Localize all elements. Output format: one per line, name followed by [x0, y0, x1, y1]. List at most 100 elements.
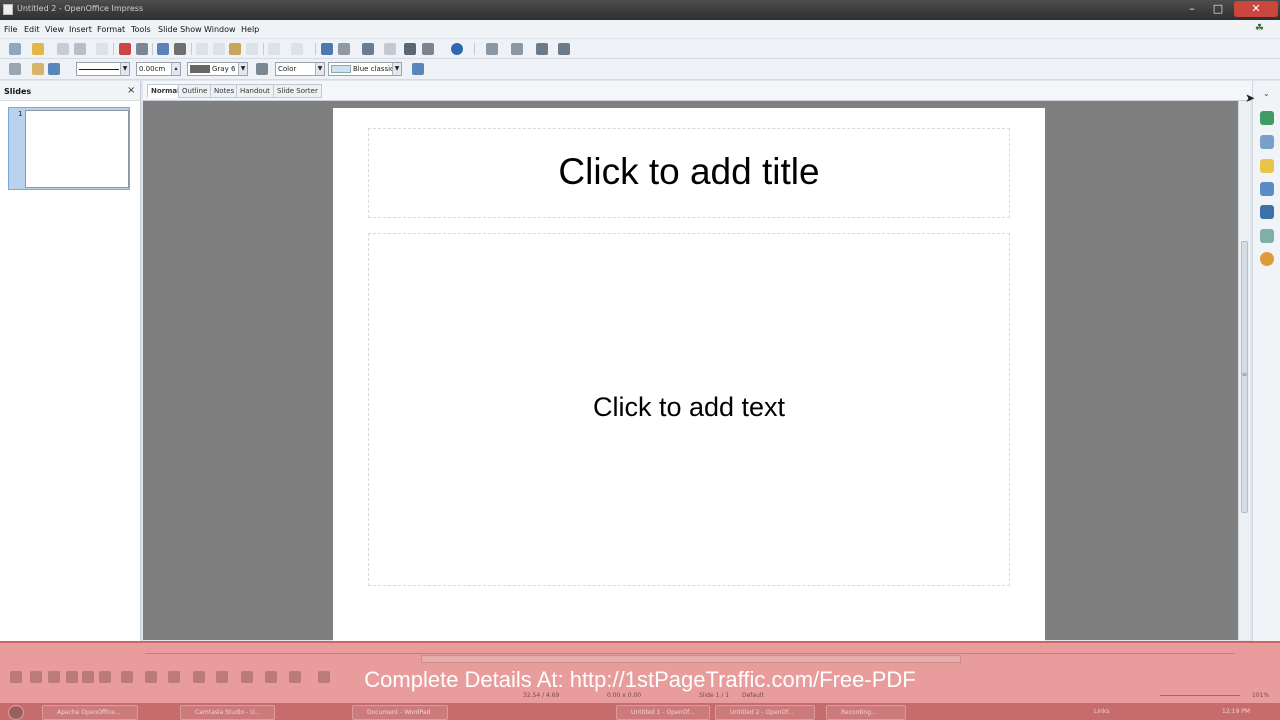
styles-formatting-icon[interactable]	[1260, 159, 1274, 173]
taskbar-item[interactable]: Camtasia Studio - U...	[180, 705, 275, 720]
taskbar-item[interactable]: Document - WordPad	[352, 705, 448, 720]
taskbar-item[interactable]: Recording...	[826, 705, 906, 720]
slide-design-icon[interactable]	[536, 43, 548, 55]
status-zoom[interactable]: 101%	[1252, 692, 1269, 699]
status-size: 0.00 x 0.00	[607, 692, 642, 699]
navigator-compass-icon[interactable]	[1260, 252, 1274, 266]
slide-workspace[interactable]: Click to add title Click to add text	[143, 101, 1238, 642]
window-title: Untitled 2 - OpenOffice Impress	[17, 4, 144, 13]
menu-help[interactable]: Help	[241, 25, 259, 34]
new-slide-icon[interactable]	[511, 43, 523, 55]
gallery-icon[interactable]	[1260, 182, 1274, 196]
slide-show-icon[interactable]	[558, 43, 570, 55]
help-icon[interactable]	[451, 43, 463, 55]
windows-taskbar: Apache OpenOffice... Camtasia Studio - U…	[0, 703, 1280, 720]
master-pages-icon[interactable]	[1260, 135, 1274, 149]
app-icon	[3, 4, 13, 15]
arrow-style-icon[interactable]	[48, 63, 60, 75]
tab-notes[interactable]: Notes	[210, 84, 239, 98]
chevron-down-icon: ▼	[315, 63, 324, 75]
spinner-icon: ▴	[171, 63, 180, 75]
horizontal-scroll-thumb[interactable]	[421, 655, 961, 663]
table-icon[interactable]	[338, 43, 350, 55]
title-placeholder[interactable]: Click to add title	[368, 128, 1010, 218]
styles-icon[interactable]	[9, 63, 21, 75]
horizontal-scrollbar[interactable]	[145, 653, 1235, 663]
tab-outline[interactable]: Outline	[178, 84, 212, 98]
taskbar-clock: 12:19 PM	[1222, 708, 1250, 715]
clone-formatting-icon[interactable]	[246, 43, 258, 55]
custom-animation-icon[interactable]	[1260, 205, 1274, 219]
redo-icon[interactable]	[291, 43, 303, 55]
status-bar: 32.54 / 4.69 0.00 x 0.00 Slide 1 / 1 Def…	[0, 689, 1280, 703]
slide-transition-icon[interactable]	[1260, 229, 1274, 243]
task-sidebar: ⌄	[1252, 81, 1280, 641]
shadow-icon[interactable]	[412, 63, 424, 75]
menu-insert[interactable]: Insert	[69, 25, 92, 34]
menu-view[interactable]: View	[45, 25, 64, 34]
autospellcheck-icon[interactable]	[174, 43, 186, 55]
cut-icon[interactable]	[196, 43, 208, 55]
menu-file[interactable]: File	[4, 25, 17, 34]
undo-icon[interactable]	[268, 43, 280, 55]
bottom-overlay: Complete Details At: http://1stPageTraff…	[0, 641, 1280, 720]
email-icon[interactable]	[74, 43, 86, 55]
slide-thumbnail-item[interactable]: 1	[8, 107, 130, 190]
slides-pane-header: Slides ×	[0, 81, 140, 101]
vertical-scrollbar[interactable]: ≡	[1238, 101, 1250, 640]
slides-pane: Slides × 1	[0, 81, 141, 641]
slide-layout-icon[interactable]	[486, 43, 498, 55]
open-icon[interactable]	[32, 43, 44, 55]
close-pane-icon[interactable]: ×	[127, 85, 135, 96]
slide-thumbnail[interactable]	[25, 110, 129, 188]
save-icon[interactable]	[57, 43, 69, 55]
slide-number: 1	[18, 110, 23, 118]
zoom-slider[interactable]	[1160, 695, 1240, 696]
line-and-filling-toolbar: ▼ 0.00cm ▴ Gray 6 ▼ Color ▼ Blue classic…	[0, 59, 1280, 80]
navigator-icon[interactable]	[404, 43, 416, 55]
taskbar-item[interactable]: Untitled 1 - OpenOf...	[616, 705, 710, 720]
menu-tools[interactable]: Tools	[131, 25, 151, 34]
close-document-icon[interactable]: ☘	[1255, 23, 1264, 34]
hyperlink-icon[interactable]	[362, 43, 374, 55]
line-width-field[interactable]: 0.00cm ▴	[136, 62, 181, 76]
export-pdf-icon[interactable]	[119, 43, 131, 55]
display-grid-icon[interactable]	[384, 43, 396, 55]
taskbar-item[interactable]: Untitled 2 - OpenOf...	[715, 705, 815, 720]
menu-edit[interactable]: Edit	[24, 25, 40, 34]
chart-icon[interactable]	[321, 43, 333, 55]
line-style-select[interactable]: ▼	[76, 62, 130, 76]
menu-window[interactable]: Window	[204, 25, 236, 34]
close-button[interactable]: ✕	[1234, 1, 1278, 17]
status-layout: Default	[742, 692, 764, 699]
title-placeholder-text: Click to add title	[558, 151, 820, 192]
line-color-swatch	[190, 65, 210, 73]
tab-slide-sorter[interactable]: Slide Sorter	[273, 84, 322, 98]
area-icon[interactable]	[256, 63, 268, 75]
body-placeholder[interactable]: Click to add text	[368, 233, 1010, 586]
spellcheck-icon[interactable]	[157, 43, 169, 55]
tab-handout[interactable]: Handout	[236, 84, 274, 98]
print-icon[interactable]	[136, 43, 148, 55]
menu-format[interactable]: Format	[97, 25, 125, 34]
zoom-icon[interactable]	[422, 43, 434, 55]
maximize-button[interactable]: □	[1206, 1, 1230, 17]
area-fill-select[interactable]: Blue classic ▼	[328, 62, 402, 76]
start-button[interactable]	[8, 705, 24, 720]
properties-icon[interactable]	[1260, 111, 1274, 125]
new-document-icon[interactable]	[9, 43, 21, 55]
line-icon[interactable]	[32, 63, 44, 75]
minimize-button[interactable]: –	[1180, 1, 1204, 17]
line-color-select[interactable]: Gray 6 ▼	[187, 62, 248, 76]
paste-icon[interactable]	[229, 43, 241, 55]
menu-slide-show[interactable]: Slide Show	[158, 25, 202, 34]
standard-toolbar	[0, 39, 1280, 59]
area-style-select[interactable]: Color ▼	[275, 62, 325, 76]
copy-icon[interactable]	[213, 43, 225, 55]
taskbar-item[interactable]: Apache OpenOffice...	[42, 705, 138, 720]
sidebar-menu-icon[interactable]: ⌄	[1263, 89, 1270, 98]
edit-file-icon[interactable]	[96, 43, 108, 55]
taskbar-links[interactable]: Links	[1094, 708, 1109, 715]
chevron-down-icon: ▼	[120, 63, 129, 75]
slide-canvas[interactable]: Click to add title Click to add text	[333, 108, 1045, 642]
